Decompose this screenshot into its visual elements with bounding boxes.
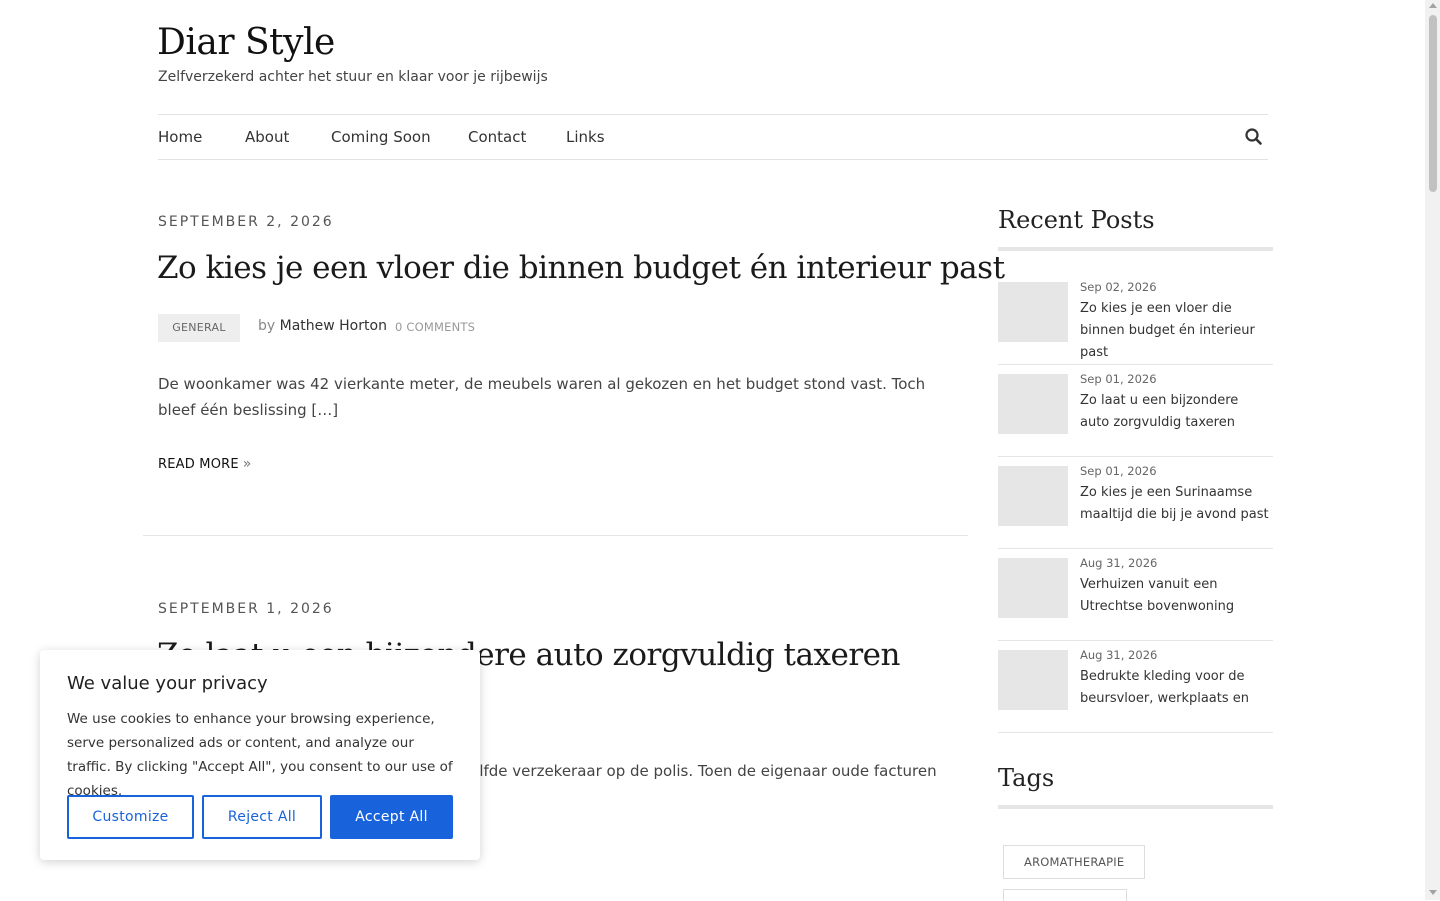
recent-post-item[interactable]: Aug 31, 2026 Verhuizen vanuit een Utrech… — [998, 548, 1273, 641]
recent-post-title[interactable]: Zo kies je een vloer die binnen budget é… — [1080, 298, 1270, 364]
recent-post-title[interactable]: Zo kies je een Surinaamse maaltijd die b… — [1080, 482, 1270, 526]
recent-post-item[interactable]: Sep 01, 2026 Zo laat u een bijzondere au… — [998, 364, 1273, 457]
tag-partial[interactable] — [1003, 889, 1127, 901]
widget-title-underline — [998, 247, 1273, 251]
recent-post-item[interactable]: Sep 02, 2026 Zo kies je een vloer die bi… — [998, 272, 1273, 365]
recent-post-date: Aug 31, 2026 — [1080, 556, 1158, 570]
read-more-label: READ MORE — [158, 457, 239, 472]
page-scrollbar[interactable] — [1425, 0, 1440, 900]
recent-post-thumbnail[interactable] — [998, 282, 1068, 342]
tag-aromatherapie[interactable]: AROMATHERAPIE — [1003, 845, 1146, 879]
post-date: SEPTEMBER 1, 2026 — [158, 601, 334, 617]
post-excerpt: ezelfde verzekeraar op de polis. Toen de… — [453, 762, 937, 780]
by-label: by — [258, 318, 276, 334]
post-excerpt: De woonkamer was 42 vierkante meter, de … — [158, 375, 926, 419]
double-chevron-right-icon: » — [242, 456, 252, 472]
widget-title-tags: Tags — [998, 764, 1055, 792]
widget-title-underline — [998, 805, 1273, 809]
recent-post-item[interactable]: Aug 31, 2026 Bedrukte kleding voor de be… — [998, 640, 1273, 733]
nav-item-coming-soon[interactable]: Coming Soon — [331, 128, 431, 146]
read-more-link[interactable]: READ MORE» — [158, 456, 252, 472]
category-badge[interactable]: GENERAL — [158, 314, 240, 342]
nav-item-contact[interactable]: Contact — [468, 128, 526, 146]
search-icon[interactable] — [1244, 127, 1264, 147]
author-link[interactable]: Mathew Horton — [280, 318, 387, 334]
post-divider — [143, 535, 968, 536]
recent-post-date: Aug 31, 2026 — [1080, 648, 1158, 662]
cookie-consent-banner: We value your privacy We use cookies to … — [40, 650, 480, 860]
recent-post-date: Sep 01, 2026 — [1080, 372, 1157, 386]
recent-post-title[interactable]: Bedrukte kleding voor de beursvloer, wer… — [1080, 666, 1270, 710]
nav-item-links[interactable]: Links — [566, 128, 605, 146]
recent-post-item[interactable]: Sep 01, 2026 Zo kies je een Surinaamse m… — [998, 456, 1273, 549]
scroll-thumb[interactable] — [1429, 15, 1437, 192]
nav-item-about[interactable]: About — [245, 128, 289, 146]
widget-title-recent-posts: Recent Posts — [998, 206, 1155, 234]
cookie-banner-title: We value your privacy — [67, 673, 268, 694]
post-title[interactable]: Zo kies je een vloer die binnen budget é… — [157, 250, 1005, 286]
recent-post-date: Sep 02, 2026 — [1080, 280, 1157, 294]
recent-post-title[interactable]: Zo laat u een bijzondere auto zorgvuldig… — [1080, 390, 1270, 434]
site-tagline: Zelfverzekerd achter het stuur en klaar … — [158, 69, 548, 85]
comments-link[interactable]: 0 COMMENTS — [395, 320, 475, 334]
post-author-meta: by Mathew Horton — [258, 318, 387, 334]
reject-all-button[interactable]: Reject All — [202, 795, 322, 839]
cookie-banner-text: We use cookies to enhance your browsing … — [67, 711, 453, 799]
customize-button[interactable]: Customize — [67, 795, 194, 839]
nav-item-home[interactable]: Home — [158, 128, 202, 146]
recent-post-title[interactable]: Verhuizen vanuit een Utrechtse bovenwoni… — [1080, 574, 1270, 618]
recent-post-thumbnail[interactable] — [998, 558, 1068, 618]
recent-post-thumbnail[interactable] — [998, 466, 1068, 526]
main-navigation: Home About Coming Soon Contact Links — [158, 114, 1268, 160]
post-date: SEPTEMBER 2, 2026 — [158, 214, 334, 230]
recent-post-date: Sep 01, 2026 — [1080, 464, 1157, 478]
recent-post-thumbnail[interactable] — [998, 650, 1068, 710]
scroll-down-arrow-icon[interactable] — [1429, 890, 1437, 895]
site-title[interactable]: Diar Style — [157, 22, 335, 63]
scroll-up-arrow-icon[interactable] — [1429, 3, 1437, 8]
accept-all-button[interactable]: Accept All — [330, 795, 453, 839]
recent-post-thumbnail[interactable] — [998, 374, 1068, 434]
